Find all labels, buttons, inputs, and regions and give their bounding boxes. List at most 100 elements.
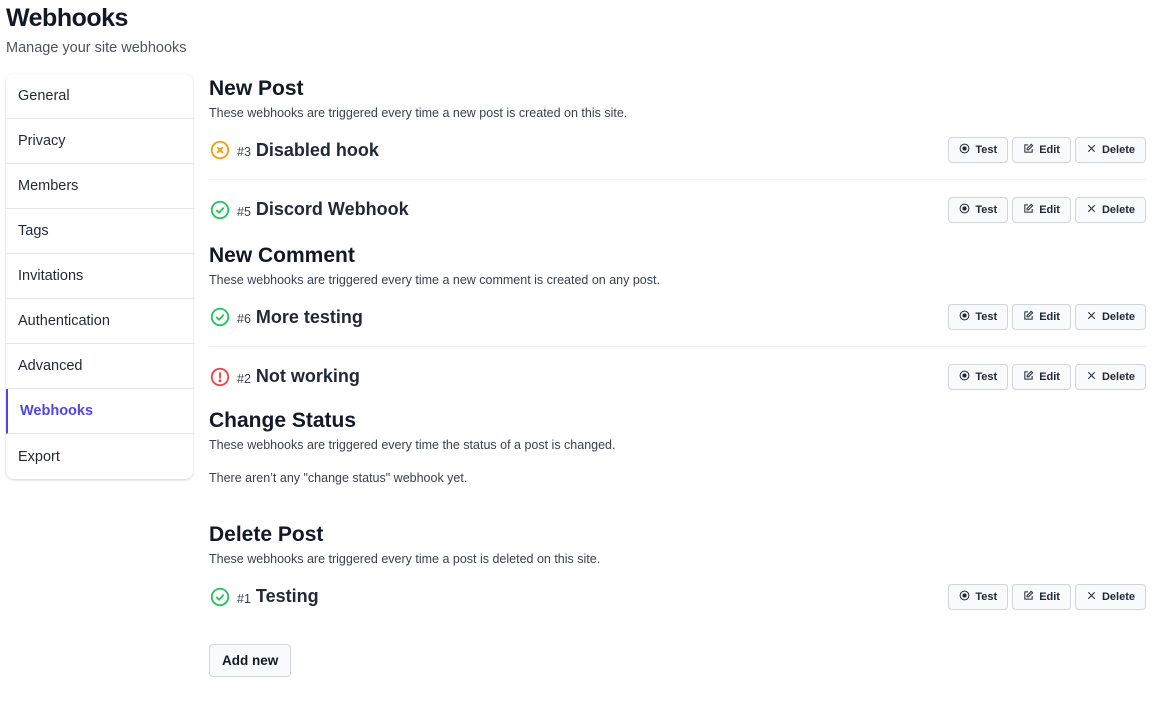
delete-button[interactable]: Delete <box>1074 137 1146 163</box>
check-circle-icon <box>209 306 231 328</box>
test-button[interactable]: Test <box>948 363 1009 390</box>
hook-row: #2 Not working Test Edit Delete <box>209 347 1146 406</box>
sidebar-item-general[interactable]: General <box>6 74 193 119</box>
edit-button[interactable]: Edit <box>1012 196 1071 223</box>
close-icon <box>1086 310 1097 324</box>
test-label: Test <box>975 590 998 603</box>
empty-state-text: There aren’t any "change status" webhook… <box>209 471 468 485</box>
edit-label: Edit <box>1039 370 1060 383</box>
sidebar-item-webhooks[interactable]: Webhooks <box>6 389 193 434</box>
test-label: Test <box>975 203 998 216</box>
section-description: These webhooks are triggered every time … <box>209 438 616 452</box>
close-icon <box>1086 370 1097 384</box>
section-delete-post: Delete Post These webhooks are triggered… <box>209 521 1146 626</box>
section-title: Change Status <box>209 409 357 432</box>
hook-id: #5 <box>237 204 251 219</box>
delete-button[interactable]: Delete <box>1074 304 1146 330</box>
sidebar-item-export[interactable]: Export <box>6 434 193 479</box>
play-circle-icon <box>959 310 970 324</box>
edit-label: Edit <box>1039 311 1060 323</box>
hook-id: #3 <box>237 145 251 159</box>
sidebar-item-tags[interactable]: Tags <box>6 209 193 254</box>
section-new-comment: New Comment These webhooks are triggered… <box>209 242 1146 406</box>
page-subtitle: Manage your site webhooks <box>6 40 187 56</box>
test-label: Test <box>975 370 998 383</box>
test-button[interactable]: Test <box>948 196 1009 223</box>
close-icon <box>1086 143 1097 157</box>
play-circle-icon <box>959 590 970 604</box>
play-circle-icon <box>959 370 970 384</box>
delete-label: Delete <box>1101 311 1135 323</box>
hook-name: Disabled hook <box>255 139 379 160</box>
sidebar-item-invitations[interactable]: Invitations <box>6 254 193 299</box>
section-description: These webhooks are triggered every time … <box>209 273 660 287</box>
delete-label: Delete <box>1101 370 1135 383</box>
section-description: These webhooks are triggered every time … <box>209 106 628 120</box>
section-title: New Post <box>209 77 304 100</box>
add-new-button[interactable]: Add new <box>209 644 292 677</box>
hook-row: #6 More testing Test Edit Delete <box>209 288 1146 347</box>
section-description: These webhooks are triggered every time … <box>209 552 601 566</box>
close-icon <box>1086 203 1097 217</box>
delete-button[interactable]: Delete <box>1074 363 1146 390</box>
delete-button[interactable]: Delete <box>1074 583 1146 610</box>
x-circle-icon <box>209 139 231 161</box>
test-button[interactable]: Test <box>948 583 1009 610</box>
hook-id: #1 <box>237 591 251 606</box>
edit-label: Edit <box>1039 590 1060 603</box>
hook-list: #1 Testing Test Edit Delete <box>209 567 1146 626</box>
hook-id: #2 <box>237 371 251 386</box>
hook-name: Testing <box>255 586 319 606</box>
delete-label: Delete <box>1101 590 1135 603</box>
pencil-square-icon <box>1023 370 1034 384</box>
hook-name: More testing <box>255 306 363 327</box>
section-title: Delete Post <box>209 523 324 546</box>
pencil-square-icon <box>1023 143 1034 157</box>
hook-actions: Test Edit Delete <box>948 363 1146 390</box>
sidebar-item-authentication[interactable]: Authentication <box>6 299 193 344</box>
check-circle-icon <box>209 199 231 221</box>
section-title: New Comment <box>209 244 355 267</box>
hook-list: #3 Disabled hook Test Edit Delete #5 Dis… <box>209 121 1146 239</box>
hook-id: #6 <box>237 312 251 326</box>
delete-button[interactable]: Delete <box>1074 196 1146 223</box>
test-button[interactable]: Test <box>948 304 1009 330</box>
edit-label: Edit <box>1039 144 1060 156</box>
sidebar-item-privacy[interactable]: Privacy <box>6 119 193 164</box>
play-circle-icon <box>959 203 970 217</box>
pencil-square-icon <box>1023 590 1034 604</box>
sidebar-item-members[interactable]: Members <box>6 164 193 209</box>
exclamation-circle-icon <box>209 366 231 388</box>
hook-actions: Test Edit Delete <box>948 583 1146 610</box>
edit-button[interactable]: Edit <box>1012 583 1071 610</box>
delete-label: Delete <box>1101 144 1135 156</box>
edit-button[interactable]: Edit <box>1012 304 1071 330</box>
play-circle-icon <box>959 143 970 157</box>
hook-row: #5 Discord Webhook Test Edit Delete <box>209 180 1146 239</box>
edit-button[interactable]: Edit <box>1012 363 1071 390</box>
test-label: Test <box>975 144 998 156</box>
hook-actions: Test Edit Delete <box>948 304 1146 330</box>
test-button[interactable]: Test <box>948 137 1009 163</box>
section-change-status: Change Status These webhooks are trigger… <box>209 407 1146 486</box>
close-icon <box>1086 590 1097 604</box>
page-header: Webhooks Manage your site webhooks <box>6 3 187 57</box>
edit-button[interactable]: Edit <box>1012 137 1071 163</box>
hook-name: Discord Webhook <box>255 199 409 219</box>
page-title: Webhooks <box>6 4 128 32</box>
test-label: Test <box>975 311 998 323</box>
hook-list: #6 More testing Test Edit Delete #2 Not … <box>209 288 1146 406</box>
sidebar-item-advanced[interactable]: Advanced <box>6 344 193 389</box>
hook-name: Not working <box>255 366 360 386</box>
webhooks-main: New Post These webhooks are triggered ev… <box>209 74 1146 677</box>
settings-sidebar: General Privacy Members Tags Invitations… <box>6 74 193 479</box>
pencil-square-icon <box>1023 310 1034 324</box>
hook-actions: Test Edit Delete <box>948 137 1146 163</box>
check-circle-icon <box>209 586 231 608</box>
pencil-square-icon <box>1023 203 1034 217</box>
hook-row: #1 Testing Test Edit Delete <box>209 567 1146 626</box>
delete-label: Delete <box>1101 203 1135 216</box>
hook-row: #3 Disabled hook Test Edit Delete <box>209 121 1146 180</box>
edit-label: Edit <box>1039 203 1060 216</box>
hook-actions: Test Edit Delete <box>948 196 1146 223</box>
